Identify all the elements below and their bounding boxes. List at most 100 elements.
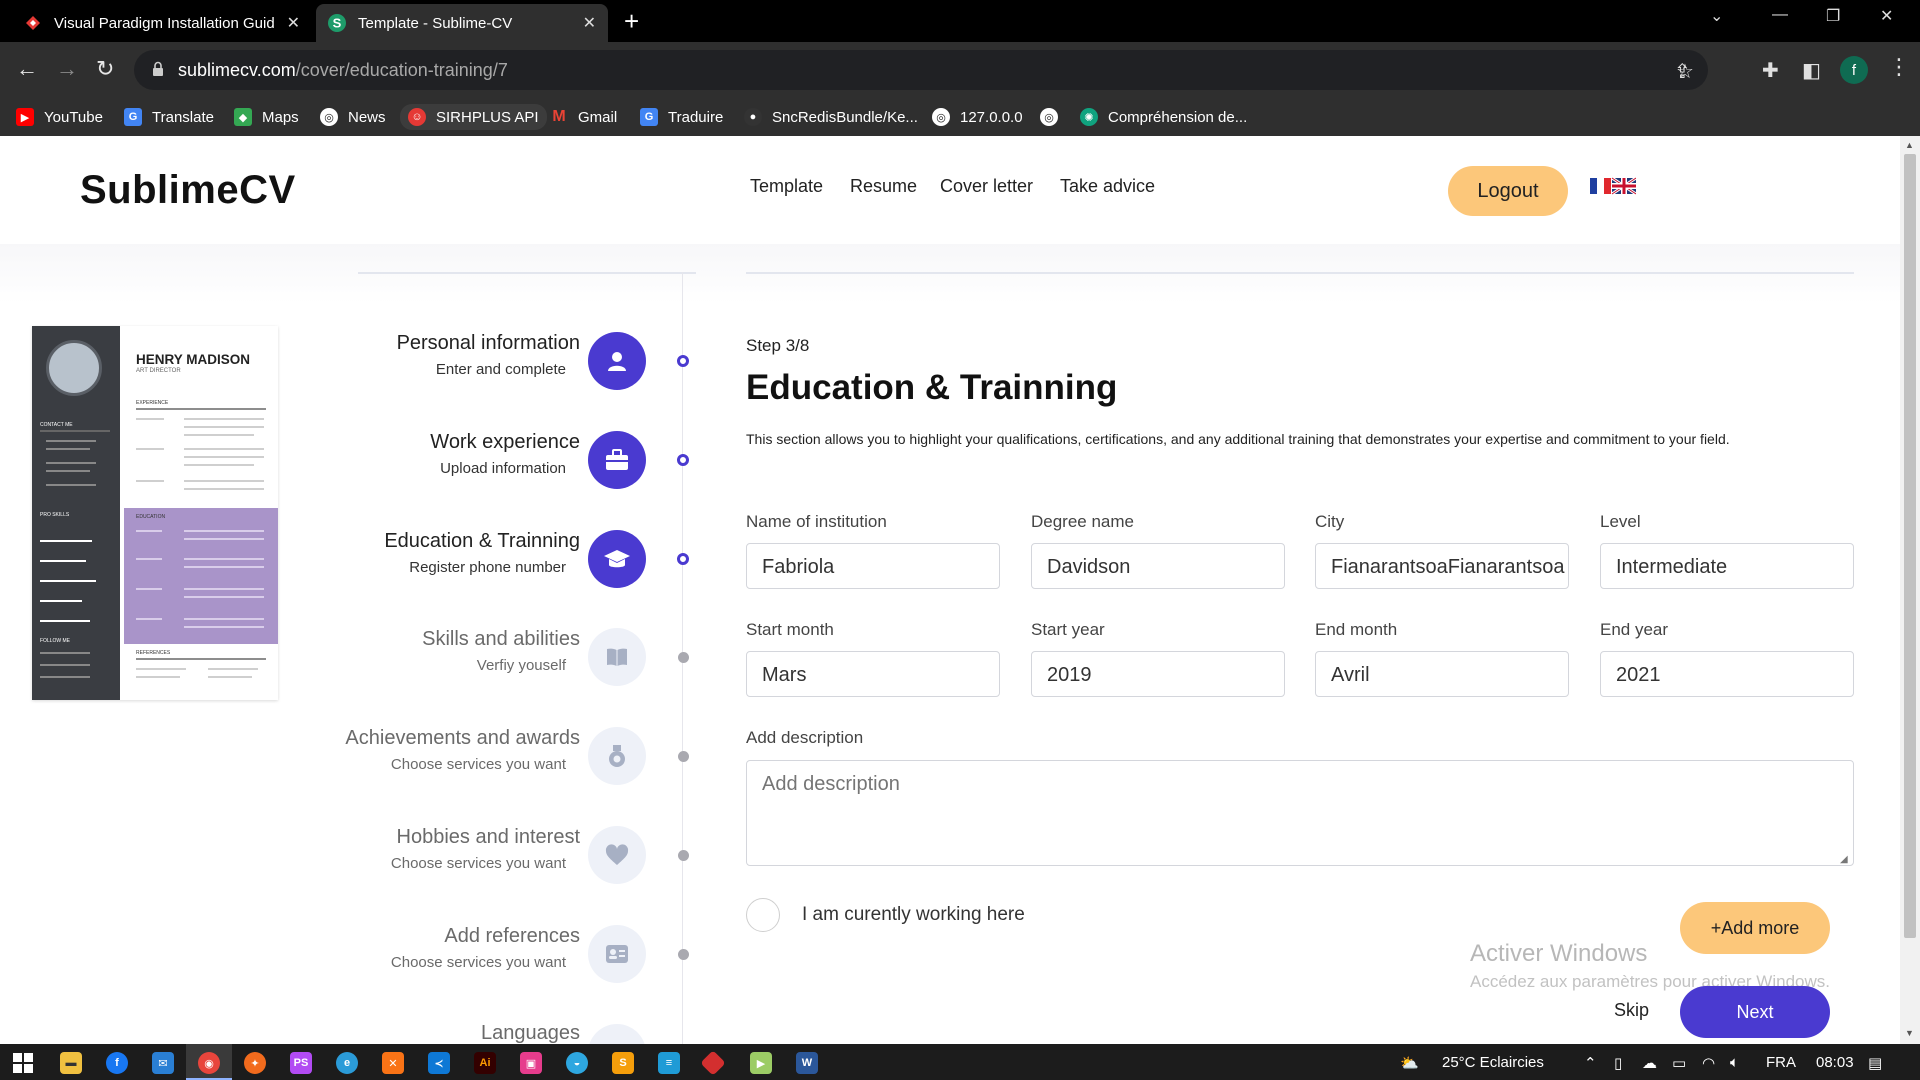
close-tab-icon[interactable]: ✕: [287, 13, 300, 33]
description-textarea[interactable]: [746, 760, 1854, 866]
vscode-icon[interactable]: ≺: [428, 1052, 450, 1074]
windows-start-icon[interactable]: [12, 1052, 34, 1074]
level-input[interactable]: Intermediate: [1600, 543, 1854, 589]
close-tab-icon[interactable]: ✕: [583, 13, 596, 33]
minimize-icon[interactable]: —: [1772, 6, 1788, 24]
award-icon[interactable]: [588, 727, 646, 785]
briefcase-icon[interactable]: [588, 431, 646, 489]
add-more-button[interactable]: +Add more: [1680, 902, 1830, 954]
step-education-training[interactable]: Education & Trainning Register phone num…: [300, 530, 580, 576]
tab-search-icon[interactable]: ⌄: [1710, 6, 1723, 26]
site-logo[interactable]: SublimeCV: [80, 168, 296, 213]
phpstorm-icon[interactable]: PS: [290, 1052, 312, 1074]
weather-icon[interactable]: ⛅: [1400, 1054, 1419, 1072]
bookmark-localhost[interactable]: ◎ 127.0.0.0: [932, 104, 1023, 130]
cv-preview[interactable]: CONTACT ME PRO SKILLS FOLLOW ME HENRY MA…: [32, 326, 278, 700]
scroll-down-icon[interactable]: ▼: [1905, 1028, 1914, 1038]
start-year-input[interactable]: 2019: [1031, 651, 1285, 697]
tab-visual-paradigm[interactable]: Visual Paradigm Installation Guid ✕: [12, 4, 312, 42]
heart-icon[interactable]: [588, 826, 646, 884]
close-window-icon[interactable]: ✕: [1880, 6, 1893, 26]
notifications-icon[interactable]: ▤: [1868, 1054, 1882, 1072]
end-month-input[interactable]: Avril: [1315, 651, 1569, 697]
nav-resume[interactable]: Resume: [850, 176, 917, 197]
bookmark-youtube[interactable]: ▶ YouTube: [16, 104, 103, 130]
degree-input[interactable]: Davidson: [1031, 543, 1285, 589]
new-tab-icon[interactable]: +: [624, 6, 639, 37]
restore-icon[interactable]: ❐: [1826, 6, 1840, 26]
resize-handle-icon[interactable]: ◢: [1840, 854, 1848, 865]
bookmark-translate[interactable]: G Translate: [124, 104, 214, 130]
side-panel-icon[interactable]: ◧: [1802, 58, 1821, 83]
step-work-experience[interactable]: Work experience Upload information: [300, 431, 580, 477]
forward-icon[interactable]: →: [56, 56, 78, 82]
bookmark-comprehension[interactable]: ✺ Compréhension de...: [1080, 104, 1247, 130]
bookmark-maps[interactable]: ◆ Maps: [234, 104, 299, 130]
visual-paradigm-icon[interactable]: [700, 1050, 726, 1076]
onedrive-icon[interactable]: ☁: [1642, 1054, 1657, 1072]
browser-menu-icon[interactable]: ⋮: [1888, 54, 1910, 80]
postman-icon[interactable]: ✦: [244, 1052, 266, 1074]
xampp-icon[interactable]: ✕: [382, 1052, 404, 1074]
tray-expand-icon[interactable]: ⌃: [1584, 1054, 1597, 1072]
bookmark-news[interactable]: ◎ News: [320, 104, 386, 130]
chrome-icon[interactable]: ◉: [198, 1052, 220, 1074]
docker-icon[interactable]: ◒: [566, 1052, 588, 1074]
scroll-thumb[interactable]: [1904, 154, 1916, 938]
input-language[interactable]: FRA: [1766, 1054, 1796, 1071]
nav-template[interactable]: Template: [750, 176, 823, 197]
terminal-icon[interactable]: ≡: [658, 1052, 680, 1074]
step-languages[interactable]: Languages: [300, 1022, 580, 1044]
bookmark-snc-redis[interactable]: ● SncRedisBundle/Ke...: [744, 104, 918, 130]
weather-text[interactable]: 25°C Eclaircies: [1442, 1054, 1544, 1071]
sublime-text-icon[interactable]: S: [612, 1052, 634, 1074]
wifi-icon[interactable]: ◠: [1702, 1054, 1715, 1072]
illustrator-icon[interactable]: Ai: [474, 1052, 496, 1074]
facebook-icon[interactable]: f: [106, 1052, 128, 1074]
profile-avatar[interactable]: f: [1840, 56, 1868, 84]
tablet-icon[interactable]: ▯: [1614, 1054, 1622, 1072]
bookmark-traduire[interactable]: G Traduire: [640, 104, 723, 130]
institution-input[interactable]: Fabriola: [746, 543, 1000, 589]
currently-working-label[interactable]: I am curently working here: [802, 904, 1025, 926]
extensions-icon[interactable]: ✚: [1762, 58, 1779, 83]
bookmark-globe[interactable]: ◎: [1040, 104, 1068, 130]
tab-sublime-cv[interactable]: S Template - Sublime-CV ✕: [316, 4, 608, 42]
logout-button[interactable]: Logout: [1448, 166, 1568, 216]
start-month-input[interactable]: Mars: [746, 651, 1000, 697]
book-icon[interactable]: [588, 628, 646, 686]
xd-icon[interactable]: ▣: [520, 1052, 542, 1074]
page-scrollbar[interactable]: ▲ ▼: [1900, 136, 1920, 1044]
bookmark-gmail[interactable]: M Gmail: [550, 104, 617, 130]
edge-icon[interactable]: e: [336, 1052, 358, 1074]
mail-icon[interactable]: ✉: [152, 1052, 174, 1074]
step-achievements-awards[interactable]: Achievements and awards Choose services …: [300, 727, 580, 773]
clock[interactable]: 08:03: [1816, 1054, 1854, 1071]
reload-icon[interactable]: ↻: [96, 56, 114, 82]
step-skills-abilities[interactable]: Skills and abilities Verfiy youself: [300, 628, 580, 674]
step-personal-information[interactable]: Personal information Enter and complete: [300, 332, 580, 378]
skip-button[interactable]: Skip: [1614, 1000, 1649, 1021]
url-input[interactable]: sublimecv.com/cover/education-training/7…: [134, 50, 1708, 90]
battery-icon[interactable]: ▭: [1672, 1054, 1686, 1072]
scroll-up-icon[interactable]: ▲: [1905, 140, 1914, 150]
back-icon[interactable]: ←: [16, 56, 38, 82]
next-button[interactable]: Next: [1680, 986, 1830, 1038]
step-hobbies-interest[interactable]: Hobbies and interest Choose services you…: [300, 826, 580, 872]
step-add-references[interactable]: Add references Choose services you want: [300, 925, 580, 971]
language-flags-icon[interactable]: [1590, 177, 1636, 195]
user-icon[interactable]: [588, 332, 646, 390]
id-card-icon[interactable]: [588, 925, 646, 983]
file-explorer-icon[interactable]: ▬: [60, 1052, 82, 1074]
volume-icon[interactable]: 🔈︎: [1730, 1054, 1739, 1071]
graduation-cap-icon[interactable]: [588, 530, 646, 588]
bookmark-sirhplus[interactable]: ☺ SIRHPLUS API: [400, 104, 547, 130]
media-player-icon[interactable]: ▶: [750, 1052, 772, 1074]
currently-working-checkbox[interactable]: [746, 898, 780, 932]
city-input[interactable]: FianarantsoaFianarantsoa: [1315, 543, 1569, 589]
nav-take-advice[interactable]: Take advice: [1060, 176, 1155, 197]
word-icon[interactable]: W: [796, 1052, 818, 1074]
end-year-input[interactable]: 2021: [1600, 651, 1854, 697]
nav-cover-letter[interactable]: Cover letter: [940, 176, 1033, 197]
bookmark-star-icon[interactable]: ☆: [1676, 59, 1694, 84]
